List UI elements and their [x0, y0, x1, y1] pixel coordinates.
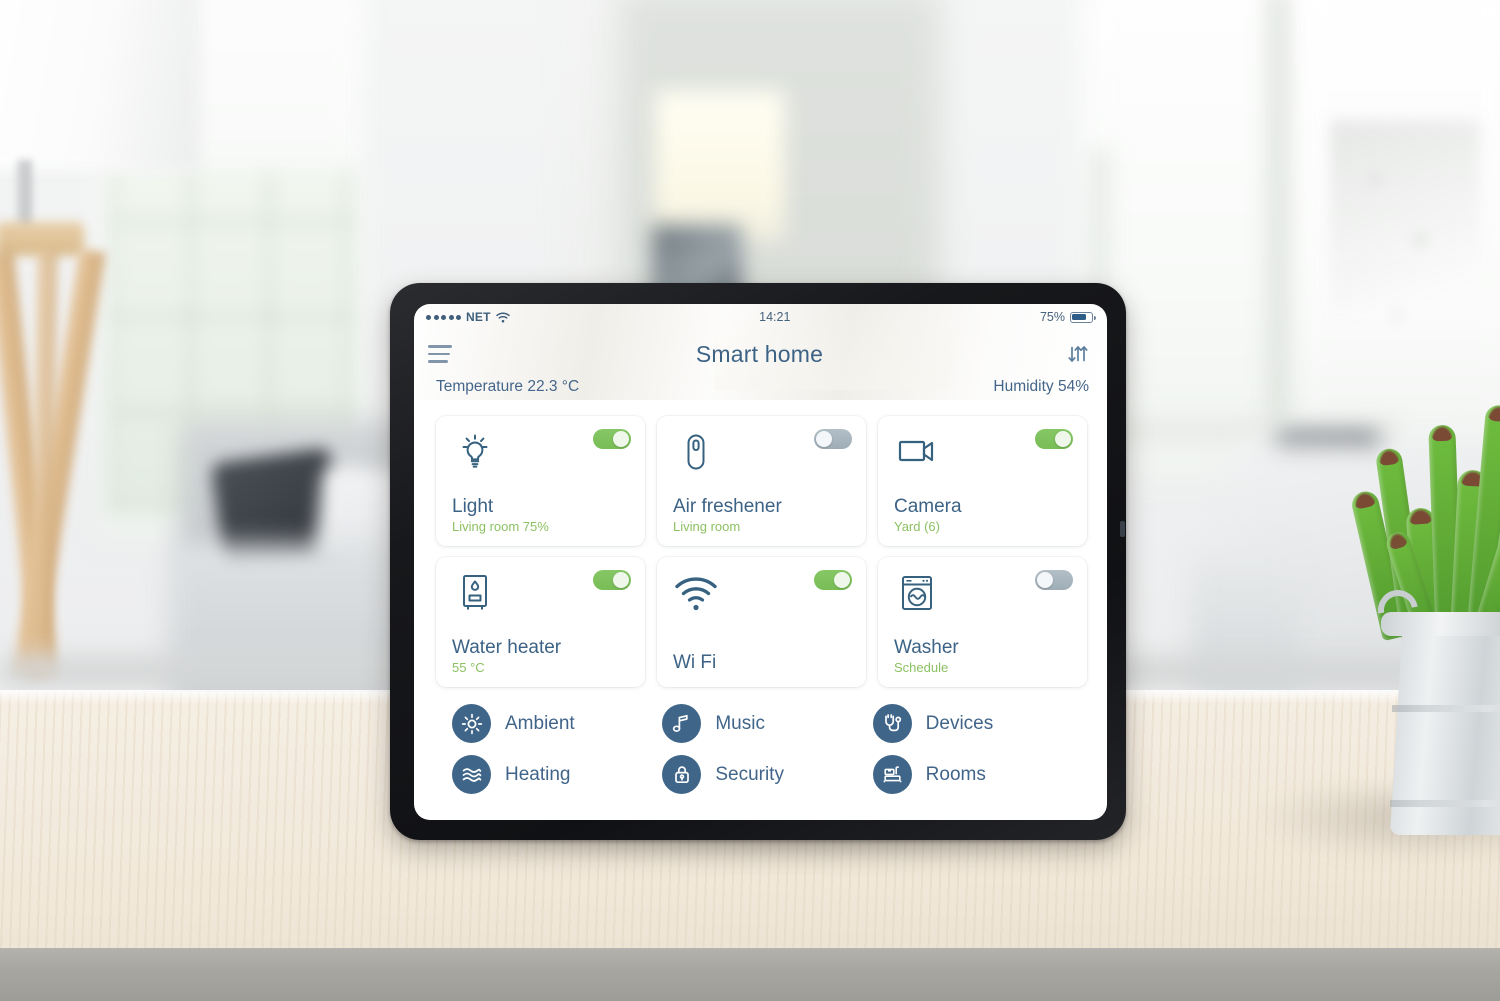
device-card-grid: Light Living room 75% Air freshener Livi… [414, 408, 1107, 687]
sun-icon [452, 704, 491, 743]
menu-item-ambient[interactable]: Ambient [452, 704, 652, 743]
lightbulb-icon [452, 429, 498, 475]
air-freshener-icon [673, 429, 719, 475]
menu-item-label: Music [715, 712, 765, 734]
toggle-camera[interactable] [1035, 429, 1073, 449]
washing-machine-icon [894, 570, 940, 616]
menu-item-music[interactable]: Music [662, 704, 862, 743]
video-camera-icon [894, 429, 940, 475]
menu-item-rooms[interactable]: Rooms [872, 755, 1073, 794]
device-card-washer[interactable]: Washer Schedule [878, 557, 1087, 687]
power-button[interactable] [1120, 521, 1125, 537]
app-header: Smart home [414, 330, 1107, 378]
quick-menu: Ambient Music Devices Heating Security R… [414, 687, 1107, 820]
card-subtitle: Yard (6) [894, 518, 940, 534]
toggle-washer[interactable] [1035, 570, 1073, 590]
page-title: Smart home [695, 340, 824, 367]
humidity-readout: Humidity 54% [993, 378, 1089, 395]
temperature-readout: Temperature 22.3 °C [436, 378, 580, 395]
toggle-water-heater[interactable] [593, 570, 631, 590]
music-note-icon [662, 704, 702, 743]
battery-percent-label: 75% [1039, 310, 1065, 324]
lock-icon [662, 755, 702, 794]
card-subtitle: Living room 75% [452, 518, 549, 534]
floor-lamp-shade [0, 0, 200, 170]
card-title: Washer [894, 637, 959, 659]
tablet-device: NET 14:21 75% Smart home Temperature 22.… [390, 283, 1126, 840]
water-heater-icon [452, 570, 498, 616]
dried-branches [1330, 120, 1480, 420]
device-card-air-freshener[interactable]: Air freshener Living room [657, 416, 866, 546]
building-icon [872, 755, 912, 794]
signal-strength-dots [426, 314, 461, 320]
card-title: Wi Fi [673, 651, 717, 673]
status-bar: NET 14:21 75% [414, 304, 1107, 330]
hamburger-menu-icon[interactable] [428, 345, 454, 363]
menu-item-heating[interactable]: Heating [452, 755, 652, 794]
wifi-signal-icon [673, 570, 725, 616]
device-card-water-heater[interactable]: Water heater 55 °C [436, 557, 645, 687]
card-subtitle: Schedule [894, 659, 949, 675]
menu-item-devices[interactable]: Devices [872, 704, 1073, 743]
device-card-light[interactable]: Light Living room 75% [436, 416, 645, 546]
menu-item-label: Devices [925, 712, 994, 734]
plug-icon [872, 704, 912, 743]
wifi-icon [495, 311, 510, 323]
sliders-icon[interactable] [1065, 341, 1091, 367]
card-title: Light [452, 496, 494, 518]
toggle-light[interactable] [593, 429, 631, 449]
battery-icon [1070, 311, 1097, 323]
card-subtitle: 55 °C [452, 659, 485, 675]
card-title: Air freshener [673, 496, 782, 518]
menu-item-label: Ambient [505, 712, 575, 734]
card-title: Camera [894, 496, 962, 518]
menu-item-label: Heating [505, 763, 571, 785]
device-card-camera[interactable]: Camera Yard (6) [878, 416, 1087, 546]
sensor-readouts: Temperature 22.3 °C Humidity 54% [414, 378, 1107, 408]
tablet-screen: NET 14:21 75% Smart home Temperature 22.… [414, 304, 1107, 820]
clock: 14:21 [759, 310, 791, 324]
device-card-wifi[interactable]: Wi Fi [657, 557, 866, 687]
card-subtitle: Living room [673, 518, 741, 534]
menu-item-label: Rooms [925, 763, 986, 785]
toggle-air-freshener[interactable] [814, 429, 852, 449]
menu-item-label: Security [715, 763, 784, 785]
card-title: Water heater [452, 637, 562, 659]
carrier-label: NET [466, 310, 491, 324]
menu-item-security[interactable]: Security [662, 755, 862, 794]
toggle-wifi[interactable] [814, 570, 852, 590]
waves-icon [452, 755, 491, 794]
